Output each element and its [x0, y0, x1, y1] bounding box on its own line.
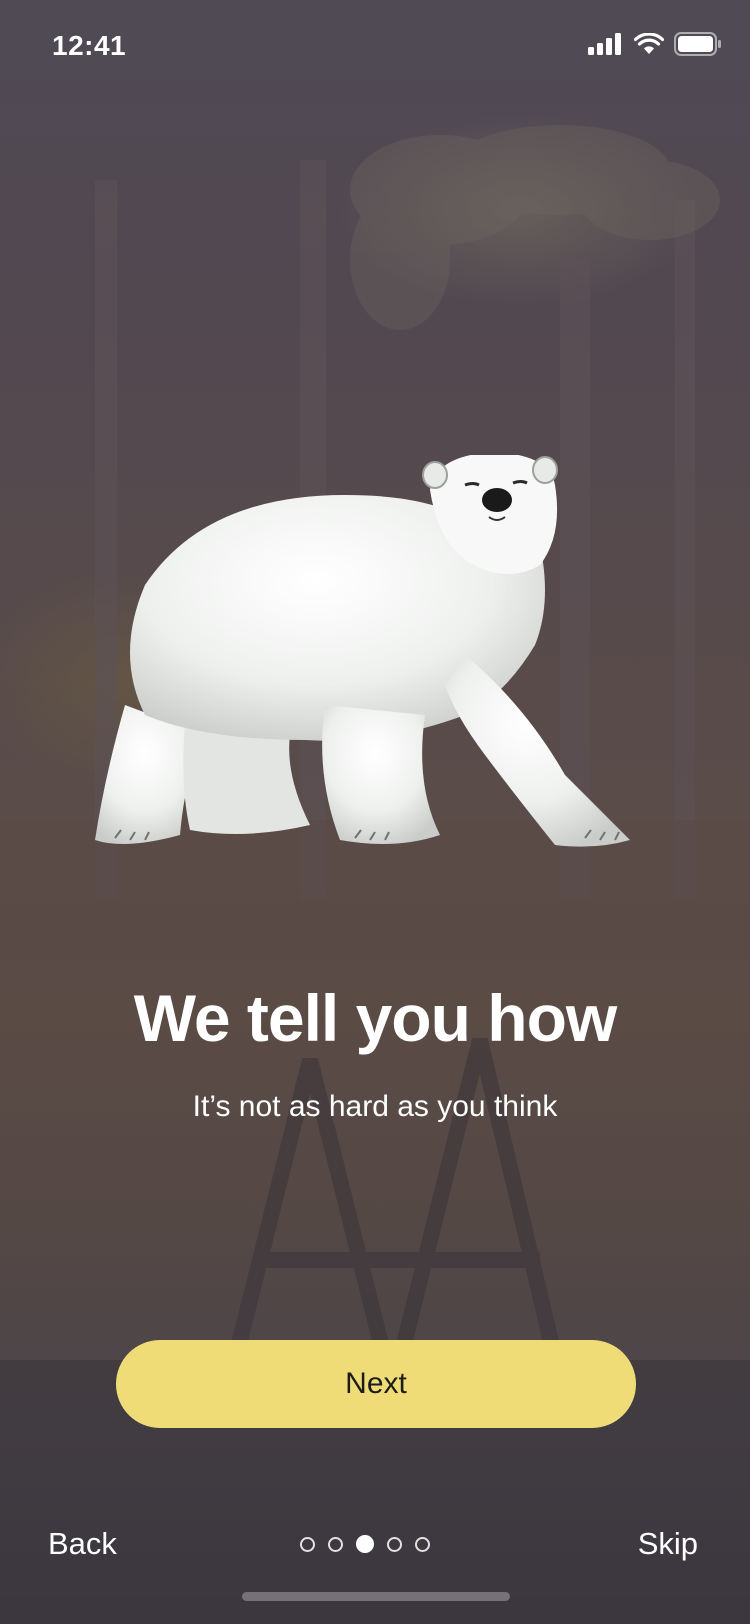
onboarding-subtitle: It’s not as hard as you think [192, 1090, 558, 1123]
page-dot[interactable] [328, 1536, 343, 1552]
status-bar: 12:41 [0, 0, 750, 94]
wifi-icon [633, 32, 665, 60]
page-dot[interactable] [387, 1536, 402, 1552]
back-button[interactable]: Back [48, 1526, 117, 1562]
page-indicator[interactable] [300, 1535, 430, 1553]
polar-bear-illustration [85, 452, 665, 885]
page-dot-current[interactable] [356, 1535, 374, 1553]
status-icons [588, 32, 722, 61]
page-dot[interactable] [300, 1536, 315, 1552]
cellular-signal-icon [588, 33, 624, 60]
home-indicator[interactable] [242, 1592, 510, 1601]
onboarding-headline: We tell you how [133, 981, 617, 1055]
battery-icon [674, 32, 722, 61]
page-dot[interactable] [415, 1536, 430, 1552]
status-time: 12:41 [52, 30, 127, 61]
next-button[interactable]: Next [116, 1340, 636, 1428]
skip-button[interactable]: Skip [638, 1526, 698, 1562]
